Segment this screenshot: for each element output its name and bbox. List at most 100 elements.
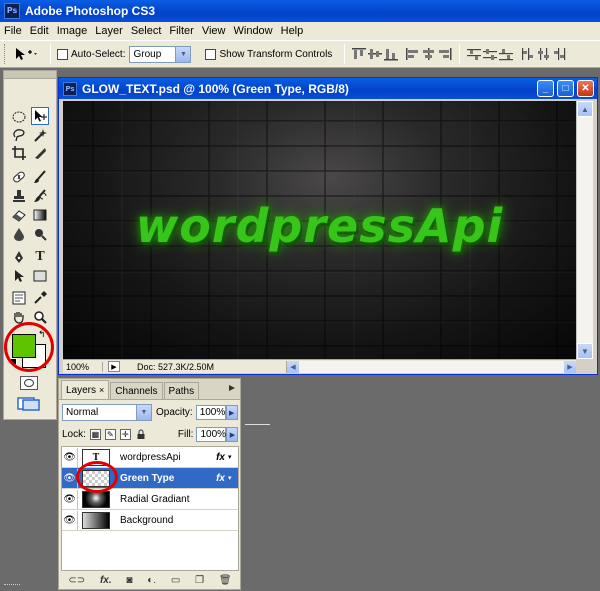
healing-brush-tool-icon[interactable]: [10, 168, 28, 186]
screen-mode-icon[interactable]: [17, 396, 43, 412]
gradient-tool-icon[interactable]: [31, 206, 49, 224]
maximize-button[interactable]: □: [557, 80, 574, 97]
scroll-left-icon[interactable]: ◀: [287, 361, 299, 373]
scroll-down-icon[interactable]: ▼: [577, 343, 593, 359]
eye-icon[interactable]: 👁: [62, 510, 78, 530]
magic-wand-tool-icon[interactable]: [31, 126, 49, 144]
new-group-icon[interactable]: ▭: [171, 575, 180, 586]
zoom-level[interactable]: 100%: [63, 361, 103, 372]
photoshop-doc-icon: Ps: [63, 81, 77, 96]
distribute-vertical-center-icon[interactable]: [482, 47, 498, 61]
menu-select[interactable]: Select: [127, 25, 166, 37]
align-left-icon[interactable]: [405, 47, 421, 61]
eyedropper-tool-icon[interactable]: [31, 289, 49, 307]
tools-panel-header[interactable]: [4, 71, 56, 79]
add-layer-style-icon[interactable]: fx.: [100, 575, 112, 586]
distribute-top-icon[interactable]: [466, 47, 482, 61]
show-transform-checkbox[interactable]: Show Transform Controls: [205, 48, 332, 60]
lock-pixels-icon[interactable]: ✎: [104, 429, 116, 440]
tab-channels[interactable]: Channels: [110, 382, 163, 399]
status-menu-icon[interactable]: ▶: [108, 361, 120, 372]
lock-all-icon[interactable]: [134, 429, 146, 440]
auto-select-dropdown[interactable]: Group ▼: [129, 45, 192, 63]
minimize-button[interactable]: _: [537, 80, 554, 97]
opacity-input[interactable]: 100%: [195, 405, 226, 420]
fill-input[interactable]: 100%: [196, 427, 227, 442]
path-selection-tool-icon[interactable]: [10, 267, 28, 285]
rectangle-tool-icon[interactable]: [31, 267, 49, 285]
clone-stamp-tool-icon[interactable]: [10, 187, 28, 205]
delete-layer-icon[interactable]: 🗑: [219, 575, 232, 586]
eraser-tool-icon[interactable]: [10, 206, 28, 224]
tab-paths[interactable]: Paths: [163, 382, 200, 399]
scroll-right-icon[interactable]: ▶: [564, 361, 576, 373]
dodge-tool-icon[interactable]: [31, 225, 49, 243]
menu-window[interactable]: Window: [230, 25, 277, 37]
close-button[interactable]: ✕: [577, 80, 594, 97]
document-canvas[interactable]: wordpressApi: [63, 101, 576, 359]
maximize-icon: □: [562, 83, 569, 94]
fx-icon[interactable]: fx: [216, 473, 225, 484]
menu-view[interactable]: View: [198, 25, 230, 37]
menu-file[interactable]: File: [0, 25, 26, 37]
lock-transparency-icon[interactable]: ▦: [89, 429, 101, 440]
panel-menu-icon[interactable]: [227, 383, 237, 393]
layer-row[interactable]: 👁 Background: [62, 510, 238, 531]
marquee-tool-icon[interactable]: [10, 108, 28, 126]
align-horizontal-center-icon[interactable]: [421, 47, 437, 61]
scroll-up-icon[interactable]: ▲: [577, 101, 593, 117]
new-layer-icon[interactable]: ❐: [195, 575, 204, 586]
type-tool-icon[interactable]: T: [31, 248, 49, 266]
expand-effects-icon[interactable]: ▾: [228, 453, 238, 461]
slice-tool-icon[interactable]: [31, 144, 49, 162]
close-tab-icon[interactable]: ×: [99, 385, 104, 395]
fill-slider-icon[interactable]: ▶: [226, 427, 239, 442]
menu-help[interactable]: Help: [277, 25, 308, 37]
tab-layers[interactable]: Layers ×: [61, 380, 110, 399]
blur-tool-icon[interactable]: [10, 225, 28, 243]
menu-layer[interactable]: Layer: [91, 25, 127, 37]
document-title-bar[interactable]: Ps GLOW_TEXT.psd @ 100% (Green Type, RGB…: [59, 78, 597, 99]
pen-tool-icon[interactable]: [10, 248, 28, 266]
vertical-scrollbar[interactable]: ▲ ▼: [576, 101, 593, 359]
panel-tabs: Layers × Channels Paths: [59, 379, 240, 400]
align-right-icon[interactable]: [437, 47, 453, 61]
fx-icon[interactable]: fx: [216, 452, 225, 463]
tool-preset-picker[interactable]: [14, 46, 44, 62]
auto-select-check[interactable]: [57, 48, 68, 60]
distribute-right-icon[interactable]: [552, 47, 568, 61]
expand-effects-icon[interactable]: ▾: [228, 474, 238, 482]
show-transform-check[interactable]: [205, 48, 217, 60]
align-bottom-icon[interactable]: [383, 47, 399, 61]
opacity-slider-icon[interactable]: ▶: [225, 405, 238, 420]
options-separator: [459, 44, 461, 64]
move-tool-icon[interactable]: [31, 107, 49, 125]
auto-select-value: Group: [133, 48, 162, 60]
auto-select-checkbox[interactable]: Auto-Select:: [57, 48, 125, 60]
history-brush-tool-icon[interactable]: [31, 187, 49, 205]
eye-icon[interactable]: 👁: [62, 489, 78, 509]
horizontal-scrollbar[interactable]: ◀ ▶: [286, 361, 576, 373]
quick-mask-mode-icon[interactable]: [20, 376, 38, 390]
distribute-horizontal-center-icon[interactable]: [536, 47, 552, 61]
notes-tool-icon[interactable]: [10, 289, 28, 307]
lasso-tool-icon[interactable]: [10, 126, 28, 144]
adjustment-layer-icon[interactable]: ◐.: [147, 575, 156, 586]
brush-tool-icon[interactable]: [31, 168, 49, 186]
add-mask-icon[interactable]: ◙: [126, 575, 132, 586]
menu-image[interactable]: Image: [53, 25, 92, 37]
close-icon: ✕: [581, 83, 590, 94]
lock-position-icon[interactable]: ✛: [119, 429, 131, 440]
align-top-icon[interactable]: [351, 47, 367, 61]
link-layers-icon[interactable]: ⊂⊃: [68, 575, 85, 586]
blend-mode-dropdown[interactable]: Normal ▼: [62, 404, 152, 421]
crop-tool-icon[interactable]: [10, 144, 28, 162]
menu-filter[interactable]: Filter: [165, 25, 197, 37]
eye-icon[interactable]: 👁: [62, 447, 78, 467]
layer-row[interactable]: 👁 Radial Gradiant: [62, 489, 238, 510]
align-vertical-center-icon[interactable]: [367, 47, 383, 61]
distribute-bottom-icon[interactable]: [498, 47, 514, 61]
distribute-left-icon[interactable]: [520, 47, 536, 61]
menu-edit[interactable]: Edit: [26, 25, 53, 37]
options-bar-grip[interactable]: [4, 44, 8, 64]
